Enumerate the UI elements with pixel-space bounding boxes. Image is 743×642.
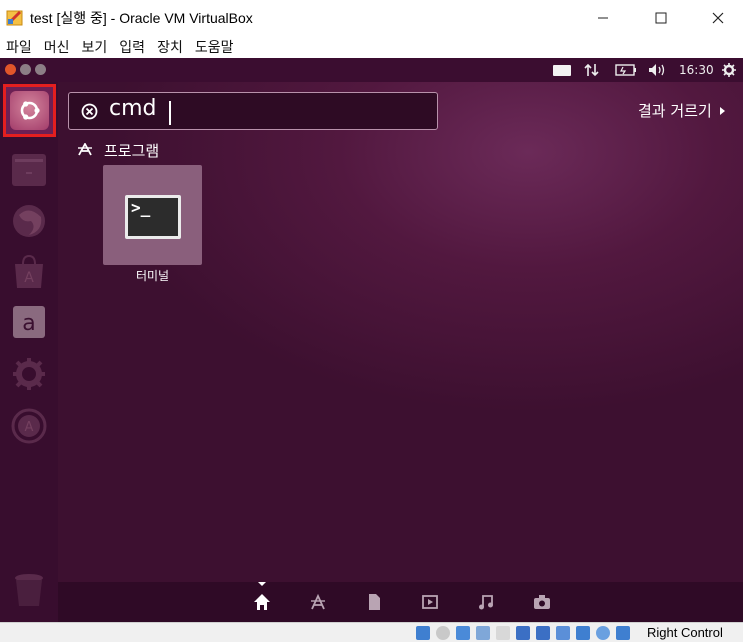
video-lens-icon[interactable] [420, 592, 440, 612]
cpu-icon[interactable] [576, 626, 590, 640]
terminal-result[interactable]: >_ [103, 165, 202, 265]
menu-help[interactable]: 도움말 [195, 37, 234, 57]
menu-input[interactable]: 입력 [119, 37, 145, 57]
text-caret [169, 101, 171, 125]
dash-minimize-icon[interactable] [20, 64, 31, 75]
hard-disk-icon[interactable] [416, 626, 430, 640]
dash-overlay: cmd 결과 거르기 프로그램 >_ 터미널 [58, 82, 743, 582]
dash-search-input[interactable]: cmd [68, 92, 438, 130]
maximize-button[interactable] [638, 0, 684, 36]
audio-icon[interactable] [456, 626, 470, 640]
photo-lens-icon[interactable] [532, 592, 552, 612]
terminal-label: 터미널 [135, 269, 170, 283]
network-icon[interactable] [584, 58, 600, 82]
display-icon[interactable] [536, 626, 550, 640]
updates-icon[interactable]: A [5, 402, 53, 450]
trash-icon[interactable] [5, 566, 53, 614]
launcher: A a A [0, 82, 58, 622]
category-header: 프로그램 [78, 140, 159, 161]
svg-text:A: A [24, 270, 34, 286]
clock[interactable]: 16:30 [679, 58, 714, 82]
settings-icon[interactable] [5, 350, 53, 398]
applications-category-icon [78, 141, 92, 160]
vm-screen[interactable]: 16:30 A a A cmd 결과 거르기 프로그램 >_ 터미널 [0, 58, 743, 622]
usb-icon[interactable] [496, 626, 510, 640]
keyboard-capture-icon[interactable] [616, 626, 630, 640]
ubuntu-logo-icon [10, 91, 49, 130]
home-lens-icon[interactable] [252, 592, 272, 612]
music-lens-icon[interactable] [476, 592, 496, 612]
close-button[interactable] [695, 0, 741, 36]
terminal-icon: >_ [125, 195, 181, 239]
amazon-glyph: a [22, 311, 35, 336]
software-center-icon[interactable]: A [5, 248, 53, 296]
window-title: test [실행 중] - Oracle VM VirtualBox [30, 10, 253, 26]
recording-icon[interactable] [556, 626, 570, 640]
active-lens-indicator [258, 582, 266, 586]
menu-machine[interactable]: 머신 [44, 37, 70, 57]
search-text: cmd [109, 96, 157, 121]
filter-results-label: 결과 거르기 [638, 102, 712, 120]
system-gear-icon[interactable] [722, 58, 736, 82]
menu-view[interactable]: 보기 [82, 37, 108, 57]
dash-home-button[interactable] [3, 84, 56, 137]
host-key-label: Right Control [647, 625, 723, 640]
network-adapter-icon[interactable] [476, 626, 490, 640]
volume-icon[interactable] [648, 58, 668, 82]
dash-close-icon[interactable] [5, 64, 16, 75]
dash-maximize-icon[interactable] [35, 64, 46, 75]
virtualbox-app-icon [6, 9, 24, 27]
svg-text:A: A [25, 420, 34, 435]
filter-results-button[interactable]: 결과 거르기 [638, 100, 725, 121]
menu-file[interactable]: 파일 [6, 37, 32, 57]
firefox-icon[interactable] [5, 197, 53, 245]
battery-icon[interactable] [615, 58, 637, 82]
applications-lens-icon[interactable] [308, 592, 328, 612]
menubar: 파일 머신 보기 입력 장치 도움말 [0, 36, 743, 58]
chevron-right-icon [719, 106, 725, 115]
mouse-integration-icon[interactable] [596, 626, 610, 640]
category-label: 프로그램 [104, 142, 160, 160]
amazon-icon[interactable]: a [5, 298, 53, 346]
terminal-prompt: >_ [131, 198, 151, 217]
window-titlebar: test [실행 중] - Oracle VM VirtualBox [0, 0, 743, 36]
files-icon[interactable] [5, 146, 53, 194]
minimize-button[interactable] [580, 0, 626, 36]
shared-folders-icon[interactable] [516, 626, 530, 640]
files-lens-icon[interactable] [364, 592, 384, 612]
optical-drive-icon[interactable] [436, 626, 450, 640]
lens-bar [58, 582, 743, 622]
top-panel: 16:30 [0, 58, 743, 82]
keyboard-indicator-icon[interactable] [553, 58, 573, 82]
clear-search-icon[interactable] [81, 103, 98, 124]
menu-devices[interactable]: 장치 [157, 37, 183, 57]
vbox-statusbar: Right Control [0, 622, 743, 642]
